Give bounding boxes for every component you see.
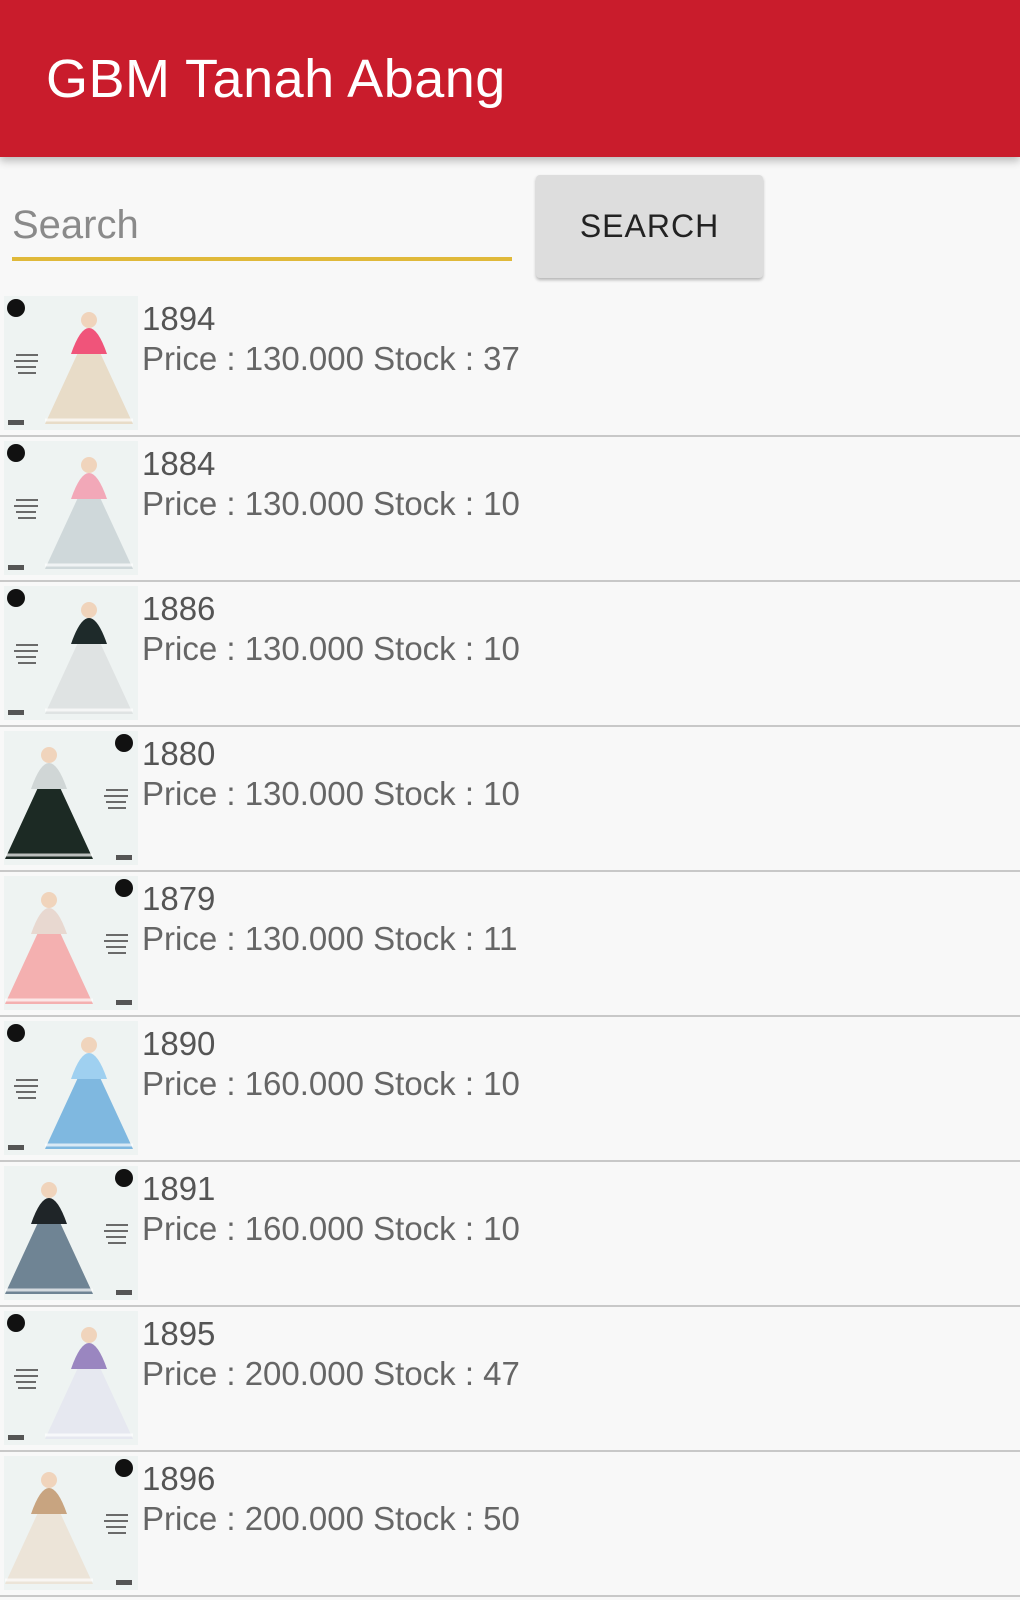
brand-dot-icon [115,734,133,752]
product-thumbnail [4,1456,138,1590]
list-item[interactable]: 1879 Price : 130.000 Stock : 11 [0,872,1020,1017]
product-thumbnail [4,1021,138,1155]
search-button[interactable]: SEARCH [536,175,763,278]
search-row: SEARCH [0,157,1020,292]
brand-dot-icon [115,879,133,897]
app-bar: GBM Tanah Abang [0,0,1020,157]
product-price-stock: Price : 200.000 Stock : 47 [142,1355,520,1392]
product-thumbnail [4,1311,138,1445]
product-price-stock: Price : 160.000 Stock : 10 [142,1065,520,1102]
brand-dot-icon [7,444,25,462]
product-code: 1894 [142,300,216,337]
product-code: 1880 [142,735,216,772]
product-price-stock: Price : 130.000 Stock : 10 [142,775,520,812]
product-code: 1896 [142,1460,216,1497]
brand-dot-icon [7,1314,25,1332]
product-price-stock: Price : 200.000 Stock : 50 [142,1500,520,1537]
list-item[interactable]: 1880 Price : 130.000 Stock : 10 [0,727,1020,872]
product-price-stock: Price : 160.000 Stock : 10 [142,1210,520,1247]
brand-dot-icon [115,1169,133,1187]
search-input[interactable] [12,193,512,261]
product-code: 1886 [142,590,216,627]
list-item[interactable]: 1890 Price : 160.000 Stock : 10 [0,1017,1020,1162]
product-code: 1890 [142,1025,216,1062]
brand-dot-icon [115,1459,133,1477]
brand-dot-icon [7,1024,25,1042]
list-item[interactable]: 1891 Price : 160.000 Stock : 10 [0,1162,1020,1307]
product-thumbnail [4,731,138,865]
brand-dot-icon [7,299,25,317]
list-item[interactable]: 1896 Price : 200.000 Stock : 50 [0,1452,1020,1597]
product-price-stock: Price : 130.000 Stock : 11 [142,920,518,957]
product-code: 1895 [142,1315,216,1352]
list-item[interactable]: 1894 Price : 130.000 Stock : 37 [0,292,1020,437]
product-thumbnail [4,876,138,1010]
app-title: GBM Tanah Abang [46,49,506,109]
list-item[interactable]: 1884 Price : 130.000 Stock : 10 [0,437,1020,582]
product-thumbnail [4,586,138,720]
product-thumbnail [4,296,138,430]
product-code: 1879 [142,880,216,917]
product-code: 1891 [142,1170,216,1207]
list-item[interactable]: 1886 Price : 130.000 Stock : 10 [0,582,1020,727]
product-price-stock: Price : 130.000 Stock : 10 [142,485,520,522]
product-list: 1894 Price : 130.000 Stock : 37 1884 Price … [0,292,1020,1597]
product-price-stock: Price : 130.000 Stock : 10 [142,630,520,667]
product-code: 1884 [142,445,216,482]
brand-dot-icon [7,589,25,607]
product-thumbnail [4,1166,138,1300]
list-item[interactable]: 1895 Price : 200.000 Stock : 47 [0,1307,1020,1452]
product-price-stock: Price : 130.000 Stock : 37 [142,340,520,377]
product-thumbnail [4,441,138,575]
